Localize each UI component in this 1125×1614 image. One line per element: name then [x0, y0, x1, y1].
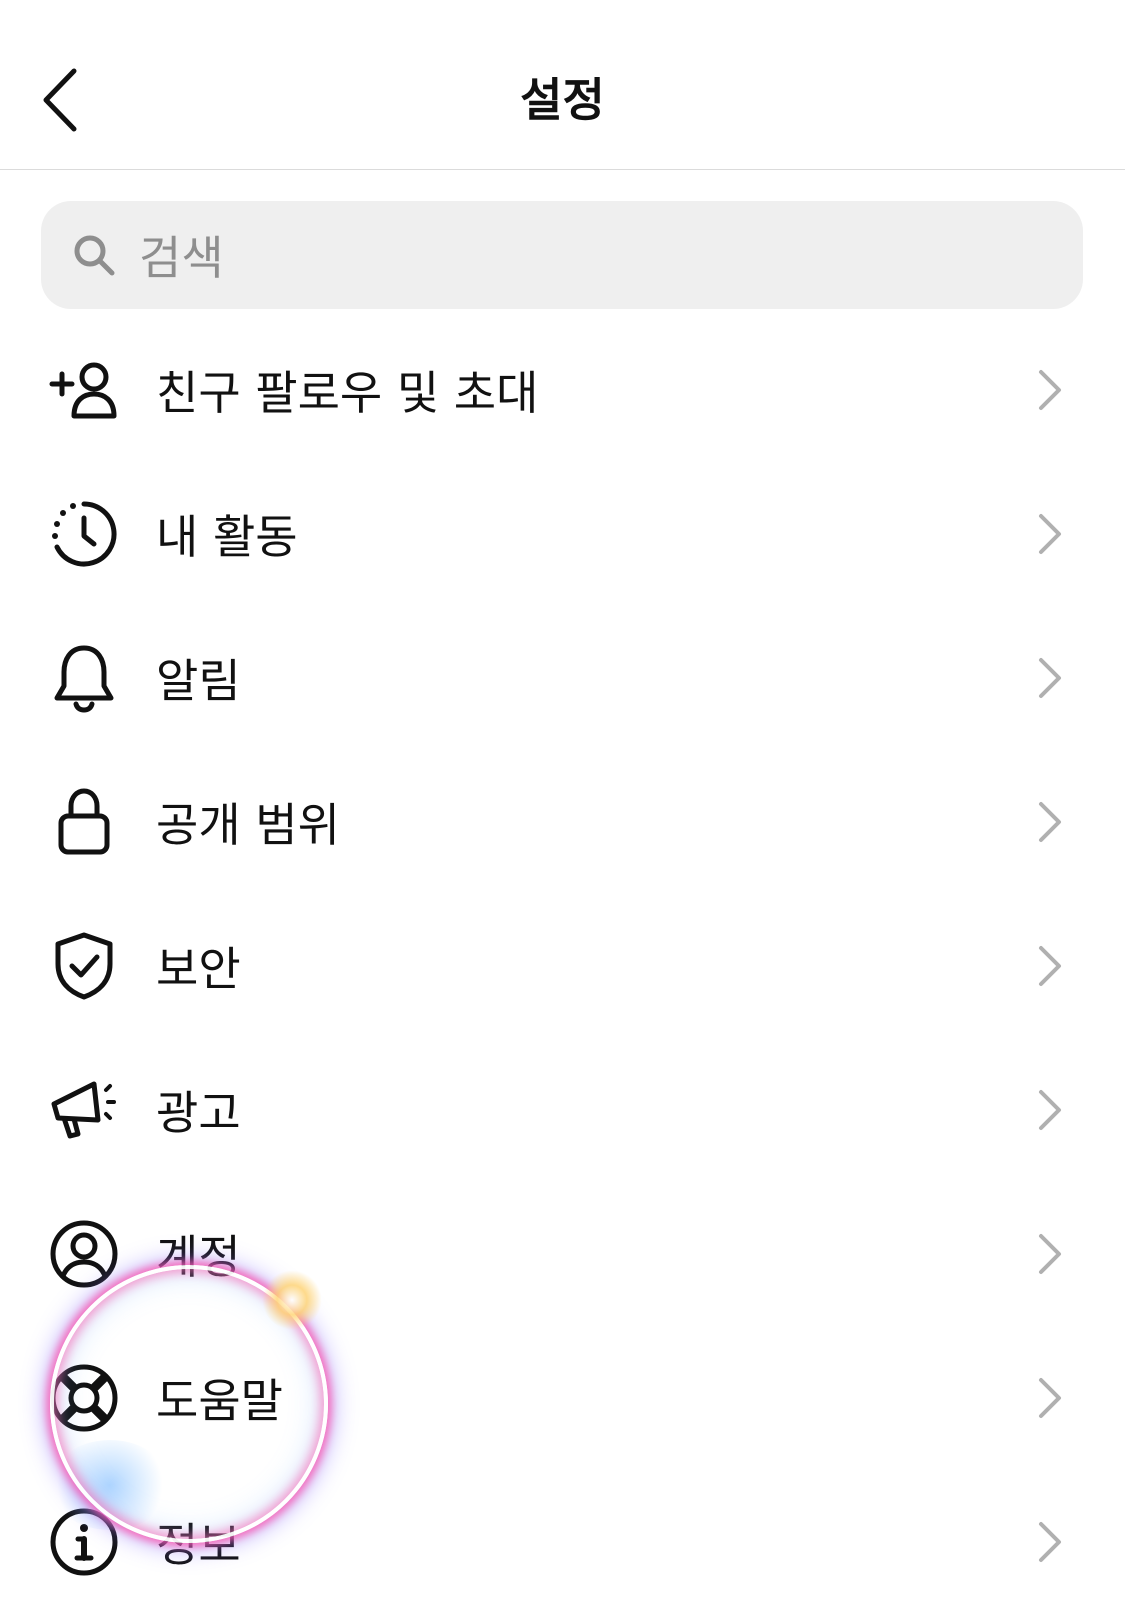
chevron-right-icon	[1030, 365, 1070, 415]
menu-item-label: 도움말	[156, 1374, 283, 1428]
chevron-right-icon	[1030, 941, 1070, 991]
menu-item-label: 내 활동	[156, 510, 298, 564]
menu-item-follow-invite[interactable]: 친구 팔로우 및 초대	[0, 318, 1125, 462]
account-circle-icon	[44, 1214, 124, 1294]
lock-icon	[44, 782, 124, 862]
page-title: 설정	[520, 73, 605, 127]
menu-item-privacy[interactable]: 공개 범위	[0, 750, 1125, 894]
top-bar: 설정	[0, 0, 1125, 170]
menu-item-ads[interactable]: 광고	[0, 1038, 1125, 1182]
menu-item-label: 계정	[156, 1230, 241, 1284]
chevron-right-icon	[1030, 1373, 1070, 1423]
menu-item-label: 친구 팔로우 및 초대	[156, 366, 539, 420]
bell-icon	[44, 638, 124, 718]
activity-clock-icon	[44, 494, 124, 574]
shield-check-icon	[44, 926, 124, 1006]
chevron-right-icon	[1030, 797, 1070, 847]
search-icon	[69, 230, 119, 280]
menu-item-label: 정보	[156, 1518, 241, 1572]
search-placeholder: 검색	[139, 231, 224, 285]
menu-item-my-activity[interactable]: 내 활동	[0, 462, 1125, 606]
menu-item-label: 보안	[156, 942, 241, 996]
menu-item-help[interactable]: 도움말	[0, 1326, 1125, 1470]
chevron-right-icon	[1030, 509, 1070, 559]
chevron-right-icon	[1030, 653, 1070, 703]
settings-menu: 친구 팔로우 및 초대 내 활동 알림 공개 범위 보안 광고 계정 도움말 정…	[0, 318, 1125, 1614]
menu-item-label: 알림	[156, 654, 241, 708]
megaphone-icon	[44, 1070, 124, 1150]
add-person-icon	[44, 350, 124, 430]
menu-item-account[interactable]: 계정	[0, 1182, 1125, 1326]
chevron-right-icon	[1030, 1517, 1070, 1567]
lifebuoy-icon	[44, 1358, 124, 1438]
menu-item-notifications[interactable]: 알림	[0, 606, 1125, 750]
chevron-right-icon	[1030, 1229, 1070, 1279]
search-bar[interactable]: 검색	[41, 201, 1083, 309]
menu-item-label: 광고	[156, 1086, 241, 1140]
menu-item-security[interactable]: 보안	[0, 894, 1125, 1038]
menu-item-about[interactable]: 정보	[0, 1470, 1125, 1614]
menu-item-label: 공개 범위	[156, 798, 340, 852]
chevron-right-icon	[1030, 1085, 1070, 1135]
info-icon	[44, 1502, 124, 1582]
